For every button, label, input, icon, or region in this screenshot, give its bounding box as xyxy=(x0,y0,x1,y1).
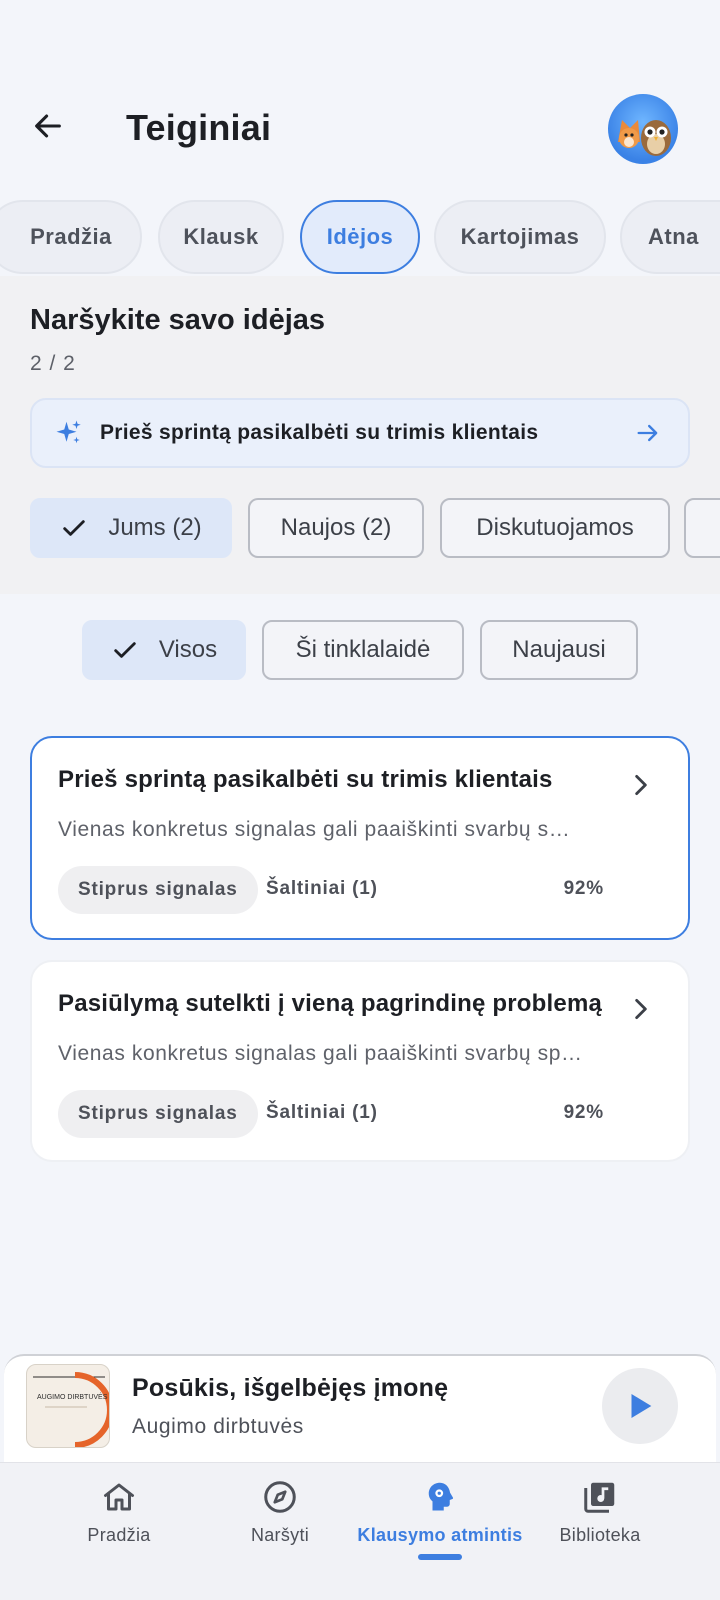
confidence-value: 92% xyxy=(563,1102,604,1123)
nav-item-klausymo-atmintis[interactable]: Klausymo atmintis xyxy=(355,1479,525,1546)
play-icon xyxy=(631,1393,652,1419)
tab-atna[interactable]: Atna xyxy=(620,200,720,274)
nav-item-biblioteka[interactable]: Biblioteka xyxy=(515,1479,685,1546)
sources-link[interactable]: Šaltiniai (1) xyxy=(266,878,378,900)
cover-text: AUGIMO DIRBTUVĖS xyxy=(37,1392,108,1401)
signal-badge: Stiprus signalas xyxy=(58,866,258,914)
section-tabs: Pradžia Klausk Idėjos Kartojimas Atna xyxy=(0,198,720,278)
avatar[interactable] xyxy=(608,94,678,164)
nav-item-narsyti[interactable]: Naršyti xyxy=(195,1479,365,1546)
sources-link[interactable]: Šaltiniai (1) xyxy=(266,1102,378,1124)
fox-owl-avatar-icon xyxy=(618,120,671,156)
compass-icon xyxy=(264,1481,296,1513)
sparkle-icon xyxy=(56,420,81,444)
idea-card-title: Prieš sprintą pasikalbėti su trimis klie… xyxy=(58,766,553,793)
home-icon xyxy=(104,1483,134,1511)
scope-chip-naujausi[interactable]: Naujausi xyxy=(480,620,638,680)
library-music-icon xyxy=(584,1482,615,1513)
featured-idea-text: Prieš sprintą pasikalbėti su trimis klie… xyxy=(100,421,539,444)
chevron-right-icon xyxy=(635,774,647,796)
filter-chip-diskutuojamos[interactable]: Diskutuojamos xyxy=(440,498,670,558)
check-icon xyxy=(114,642,136,658)
player-title: Posūkis, išgelbėjęs įmonę xyxy=(132,1374,449,1402)
mini-player[interactable]: AUGIMO DIRBTUVĖS Posūkis, išgelbėjęs įmo… xyxy=(4,1354,716,1462)
signal-badge: Stiprus signalas xyxy=(58,1090,258,1138)
filter-chip-jums[interactable]: Jums (2) xyxy=(30,498,232,558)
cover-art: AUGIMO DIRBTUVĖS xyxy=(33,1372,109,1447)
scope-chip-si-tinklalaide[interactable]: Ši tinklalaidė xyxy=(262,620,464,680)
check-icon xyxy=(63,520,86,536)
page-title: Teiginiai xyxy=(126,107,272,148)
play-button[interactable] xyxy=(602,1368,678,1444)
idea-card[interactable]: Prieš sprintą pasikalbėti su trimis klie… xyxy=(30,736,690,940)
idea-card-description: Vienas konkretus signalas gali paaiškint… xyxy=(58,1042,583,1065)
brain-gear-icon xyxy=(428,1482,454,1511)
bottom-navigation: Pradžia Naršyti Klausymo atmintis Biblio… xyxy=(0,1462,720,1600)
confidence-value: 92% xyxy=(563,878,604,899)
nav-item-pradzia[interactable]: Pradžia xyxy=(34,1479,204,1546)
chevron-right-icon xyxy=(635,998,647,1020)
ideas-counter: 2 / 2 xyxy=(30,352,76,375)
player-subtitle: Augimo dirbtuvės xyxy=(132,1415,304,1438)
featured-idea-banner[interactable]: Prieš sprintą pasikalbėti su trimis klie… xyxy=(30,398,690,468)
back-button[interactable] xyxy=(26,104,70,148)
scope-chip-visos[interactable]: Visos xyxy=(82,620,246,680)
section-title: Naršykite savo idėjas xyxy=(30,304,326,336)
idea-card-description: Vienas konkretus signalas gali paaiškint… xyxy=(58,818,571,841)
idea-card-title: Pasiūlymą sutelkti į vieną pagrindinę pr… xyxy=(58,990,603,1017)
idea-card[interactable]: Pasiūlymą sutelkti į vieną pagrindinę pr… xyxy=(30,960,690,1162)
arrow-right-icon xyxy=(637,424,658,442)
filter-chip-more[interactable] xyxy=(684,498,720,558)
active-nav-indicator xyxy=(418,1554,462,1560)
tab-idejos[interactable]: Idėjos xyxy=(300,200,420,274)
episode-cover: AUGIMO DIRBTUVĖS xyxy=(26,1364,110,1448)
filter-chip-naujos[interactable]: Naujos (2) xyxy=(248,498,424,558)
tab-klausk[interactable]: Klausk xyxy=(158,200,284,274)
tab-pradzia[interactable]: Pradžia xyxy=(0,200,142,274)
arrow-left-icon xyxy=(35,114,61,138)
tab-kartojimas[interactable]: Kartojimas xyxy=(434,200,606,274)
